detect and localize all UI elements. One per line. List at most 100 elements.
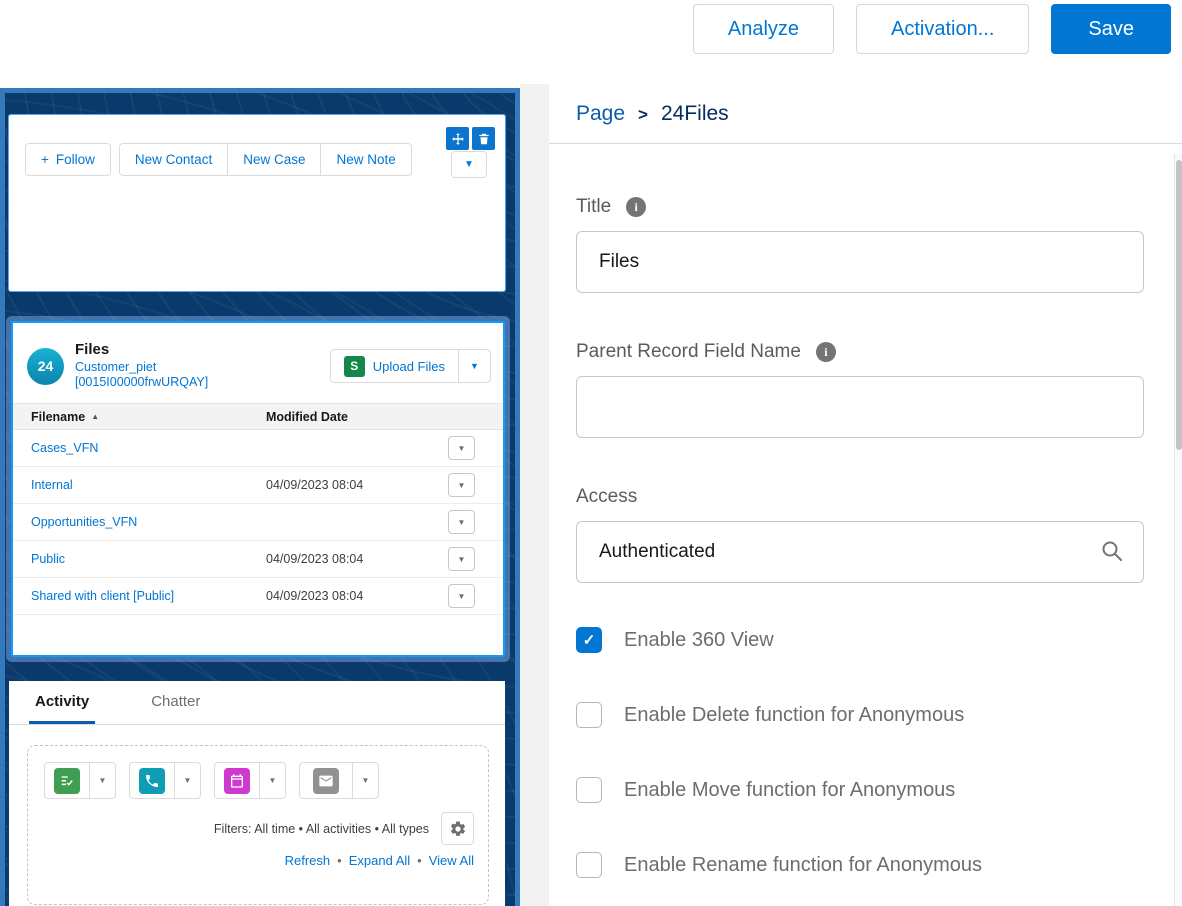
- files-header: 24 Files Customer_piet [0015I00000frwURQ…: [13, 323, 503, 403]
- file-date: 04/09/2023 08:04: [266, 478, 448, 492]
- activity-component[interactable]: Activity Chatter ▼: [9, 681, 505, 906]
- expand-all-link[interactable]: Expand All: [349, 853, 410, 868]
- panel-scrollbar[interactable]: [1174, 154, 1182, 906]
- chevron-down-icon: ▼: [470, 361, 479, 371]
- chevron-down-icon: ▼: [458, 592, 466, 601]
- file-link[interactable]: Opportunities_VFN: [13, 515, 266, 529]
- checkbox-label: Enable Move function for Anonymous: [624, 779, 955, 802]
- chevron-down-icon: ▼: [458, 555, 466, 564]
- event-dropdown-button[interactable]: ▼: [259, 762, 286, 799]
- new-note-button[interactable]: New Note: [320, 143, 411, 176]
- access-combobox-wrap: [576, 508, 1144, 583]
- row-actions-button[interactable]: ▼: [448, 547, 475, 571]
- panel-divider: [549, 143, 1182, 144]
- trash-icon[interactable]: [472, 127, 495, 150]
- chevron-down-icon: ▼: [184, 776, 192, 785]
- bullet-separator: •: [417, 853, 422, 868]
- analyze-button[interactable]: Analyze: [693, 4, 834, 54]
- new-task-button[interactable]: [44, 762, 90, 799]
- record-id-link[interactable]: [0015I00000frwURQAY]: [75, 375, 208, 391]
- email-button[interactable]: [299, 762, 353, 799]
- info-icon[interactable]: i: [626, 197, 646, 217]
- builder-toolbar: Analyze Activation... Save: [0, 0, 1182, 84]
- tab-chatter[interactable]: Chatter: [151, 693, 200, 724]
- breadcrumb-separator: >: [638, 105, 648, 125]
- app-window: Analyze Activation... Save + Follow: [0, 0, 1182, 906]
- upload-files-label: Upload Files: [373, 359, 445, 374]
- log-call-button[interactable]: [129, 762, 175, 799]
- activation-button[interactable]: Activation...: [856, 4, 1029, 54]
- new-event-button[interactable]: [214, 762, 260, 799]
- filters-summary: Filters: All time • All activities • All…: [214, 822, 429, 836]
- files-component[interactable]: 24 Files Customer_piet [0015I00000frwURQ…: [11, 321, 505, 657]
- breadcrumb-page-link[interactable]: Page: [576, 102, 625, 126]
- upload-group: S Upload Files ▼: [330, 349, 491, 383]
- component-controls: [446, 127, 495, 150]
- event-button-group: ▼: [214, 762, 286, 799]
- email-dropdown-button[interactable]: ▼: [352, 762, 379, 799]
- checkbox-check-icon: ✓: [576, 852, 602, 878]
- access-field-label: Access: [576, 486, 637, 508]
- file-date: 04/09/2023 08:04: [266, 589, 448, 603]
- highlights-panel-component[interactable]: + Follow New Contact New Case New Note ▼: [9, 115, 505, 291]
- table-row: Internal 04/09/2023 08:04 ▼: [13, 467, 503, 504]
- search-icon[interactable]: [1100, 539, 1124, 563]
- access-combobox[interactable]: [576, 521, 1144, 583]
- parent-field-label: Parent Record Field Name: [576, 341, 801, 363]
- filename-column-header[interactable]: Filename ▲: [13, 410, 266, 424]
- chevron-down-icon: ▼: [362, 776, 370, 785]
- tab-activity[interactable]: Activity: [35, 693, 89, 724]
- filename-header-label: Filename: [31, 410, 85, 424]
- record-link[interactable]: Customer_piet: [75, 360, 208, 376]
- follow-label: Follow: [56, 152, 95, 167]
- row-actions-button[interactable]: ▼: [448, 473, 475, 497]
- scrollbar-thumb[interactable]: [1176, 160, 1182, 450]
- table-row: Cases_VFN ▼: [13, 430, 503, 467]
- follow-button[interactable]: + Follow: [25, 143, 111, 176]
- move-icon[interactable]: [446, 127, 469, 150]
- call-dropdown-button[interactable]: ▼: [174, 762, 201, 799]
- info-icon[interactable]: i: [816, 342, 836, 362]
- refresh-link[interactable]: Refresh: [285, 853, 331, 868]
- task-dropdown-button[interactable]: ▼: [89, 762, 116, 799]
- upload-files-button[interactable]: S Upload Files: [330, 349, 459, 383]
- breadcrumb-current: 24Files: [661, 102, 729, 126]
- files-24-icon: 24: [27, 348, 64, 385]
- title-field-label-row: Title i: [576, 196, 1144, 218]
- new-contact-button[interactable]: New Contact: [119, 143, 228, 176]
- file-date: 04/09/2023 08:04: [266, 552, 448, 566]
- view-all-link[interactable]: View All: [429, 853, 474, 868]
- access-field-label-row: Access: [576, 486, 1144, 508]
- actions-overflow-button[interactable]: ▼: [451, 151, 487, 178]
- row-actions-button[interactable]: ▼: [448, 510, 475, 534]
- event-icon: [224, 768, 250, 794]
- upload-dropdown-button[interactable]: ▼: [458, 349, 491, 383]
- new-case-button[interactable]: New Case: [227, 143, 321, 176]
- enable-move-anonymous-checkbox[interactable]: ✓ Enable Move function for Anonymous: [576, 777, 1144, 803]
- parent-record-field-input[interactable]: [576, 376, 1144, 438]
- checkbox-check-icon: ✓: [576, 702, 602, 728]
- property-panel: Page > 24Files Title i Parent Record Fie…: [549, 84, 1182, 906]
- email-icon: [313, 768, 339, 794]
- canvas-panel-gap: [520, 84, 549, 906]
- files-titles: Files Customer_piet [0015I00000frwURQAY]: [75, 341, 208, 391]
- row-actions-button[interactable]: ▼: [448, 584, 475, 608]
- activity-composer: ▼ ▼: [27, 745, 489, 905]
- sharepoint-icon: S: [344, 356, 365, 377]
- file-link[interactable]: Shared with client [Public]: [13, 589, 266, 603]
- gear-icon: [449, 820, 467, 838]
- file-link[interactable]: Cases_VFN: [13, 441, 266, 455]
- title-input[interactable]: [576, 231, 1144, 293]
- row-actions-button[interactable]: ▼: [448, 436, 475, 460]
- chevron-down-icon: ▼: [464, 159, 474, 170]
- enable-360-view-checkbox[interactable]: ✓ Enable 360 View: [576, 627, 1144, 653]
- file-link[interactable]: Public: [13, 552, 266, 566]
- save-button[interactable]: Save: [1051, 4, 1171, 54]
- filters-settings-button[interactable]: [441, 812, 474, 845]
- breadcrumb: Page > 24Files: [549, 84, 1182, 126]
- file-link[interactable]: Internal: [13, 478, 266, 492]
- enable-delete-anonymous-checkbox[interactable]: ✓ Enable Delete function for Anonymous: [576, 702, 1144, 728]
- call-button-group: ▼: [129, 762, 201, 799]
- enable-rename-anonymous-checkbox[interactable]: ✓ Enable Rename function for Anonymous: [576, 852, 1144, 878]
- chevron-down-icon: ▼: [458, 518, 466, 527]
